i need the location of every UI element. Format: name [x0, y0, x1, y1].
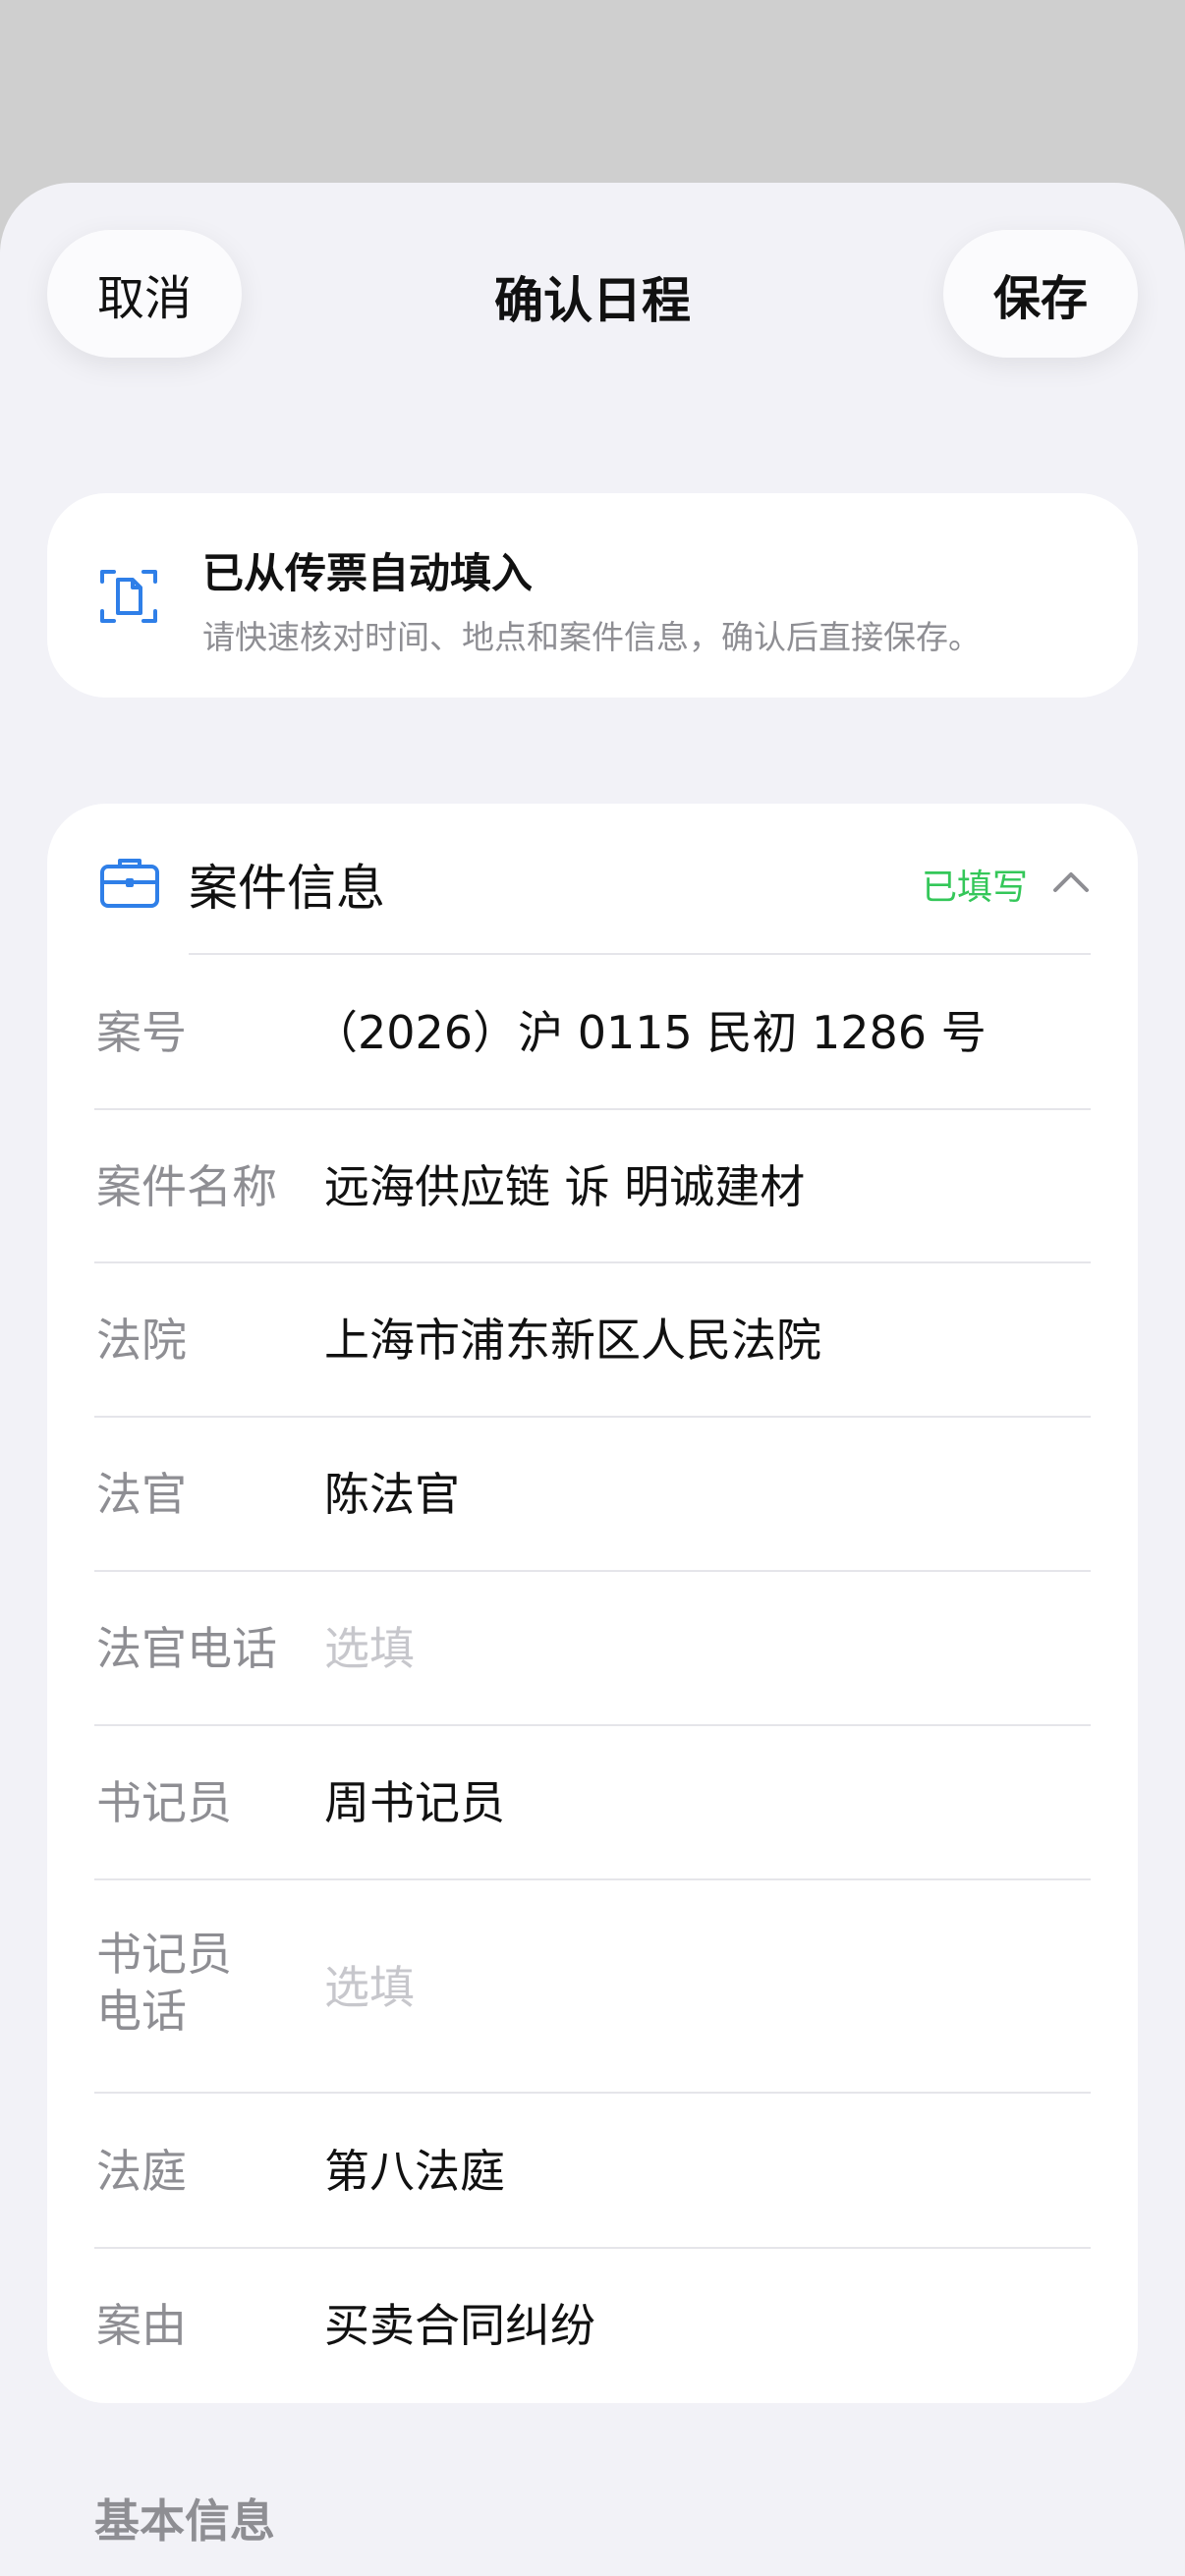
field-label-line: 电话	[96, 1985, 187, 2038]
field-label: 法官电话	[96, 1622, 277, 1675]
document-scan-icon	[100, 570, 157, 623]
case-info-card: 案件信息 已填写 案号 （2026）沪 0115 民初 1286 号 案件名称 …	[47, 804, 1138, 2403]
field-label: 案号	[96, 1006, 187, 1059]
judge-phone-input[interactable]: 选填	[324, 1620, 415, 1677]
clerk-input[interactable]: 周书记员	[324, 1774, 505, 1831]
field-case-name[interactable]: 案件名称 远海供应链 诉 明诚建材	[47, 1110, 1138, 1263]
field-label-line: 书记员	[96, 1928, 232, 1981]
field-label: 书记员 电话	[96, 1926, 232, 2040]
chevron-up-icon[interactable]	[1051, 868, 1091, 894]
field-cause[interactable]: 案由 买卖合同纠纷	[47, 2249, 1138, 2403]
banner-subtitle: 请快速核对时间、地点和案件信息，确认后直接保存。	[202, 618, 981, 656]
briefcase-icon	[100, 859, 159, 908]
cause-input[interactable]: 买卖合同纠纷	[324, 2297, 595, 2354]
autofill-banner: 已从传票自动填入 请快速核对时间、地点和案件信息，确认后直接保存。	[47, 493, 1138, 698]
courtroom-input[interactable]: 第八法庭	[324, 2143, 505, 2200]
field-courtroom[interactable]: 法庭 第八法庭	[47, 2094, 1138, 2249]
field-judge[interactable]: 法官 陈法官	[47, 1418, 1138, 1572]
field-clerk[interactable]: 书记员 周书记员	[47, 1726, 1138, 1880]
field-case-number[interactable]: 案号 （2026）沪 0115 民初 1286 号	[47, 955, 1138, 1110]
case-info-title: 案件信息	[189, 860, 385, 917]
field-label: 案由	[96, 2299, 187, 2352]
field-label: 法官	[96, 1468, 187, 1521]
field-label: 法庭	[96, 2145, 187, 2198]
basic-info-section-title: 基本信息	[94, 2494, 275, 2548]
field-court[interactable]: 法院 上海市浦东新区人民法院	[47, 1263, 1138, 1418]
field-label: 法院	[96, 1314, 187, 1367]
field-judge-phone[interactable]: 法官电话 选填	[47, 1572, 1138, 1726]
status-badge: 已填写	[921, 868, 1028, 908]
save-button[interactable]: 保存	[943, 230, 1138, 358]
case-info-header[interactable]: 案件信息 已填写	[47, 804, 1138, 955]
banner-title: 已从传票自动填入	[202, 549, 534, 597]
clerk-phone-input[interactable]: 选填	[324, 1959, 415, 2016]
judge-input[interactable]: 陈法官	[324, 1466, 460, 1523]
case-name-input[interactable]: 远海供应链 诉 明诚建材	[324, 1158, 805, 1215]
field-label: 案件名称	[96, 1160, 277, 1213]
case-number-input[interactable]: （2026）沪 0115 民初 1286 号	[312, 1004, 987, 1061]
field-clerk-phone[interactable]: 书记员 电话 选填	[47, 1880, 1138, 2094]
court-input[interactable]: 上海市浦东新区人民法院	[324, 1312, 821, 1369]
field-label: 书记员	[96, 1776, 232, 1829]
